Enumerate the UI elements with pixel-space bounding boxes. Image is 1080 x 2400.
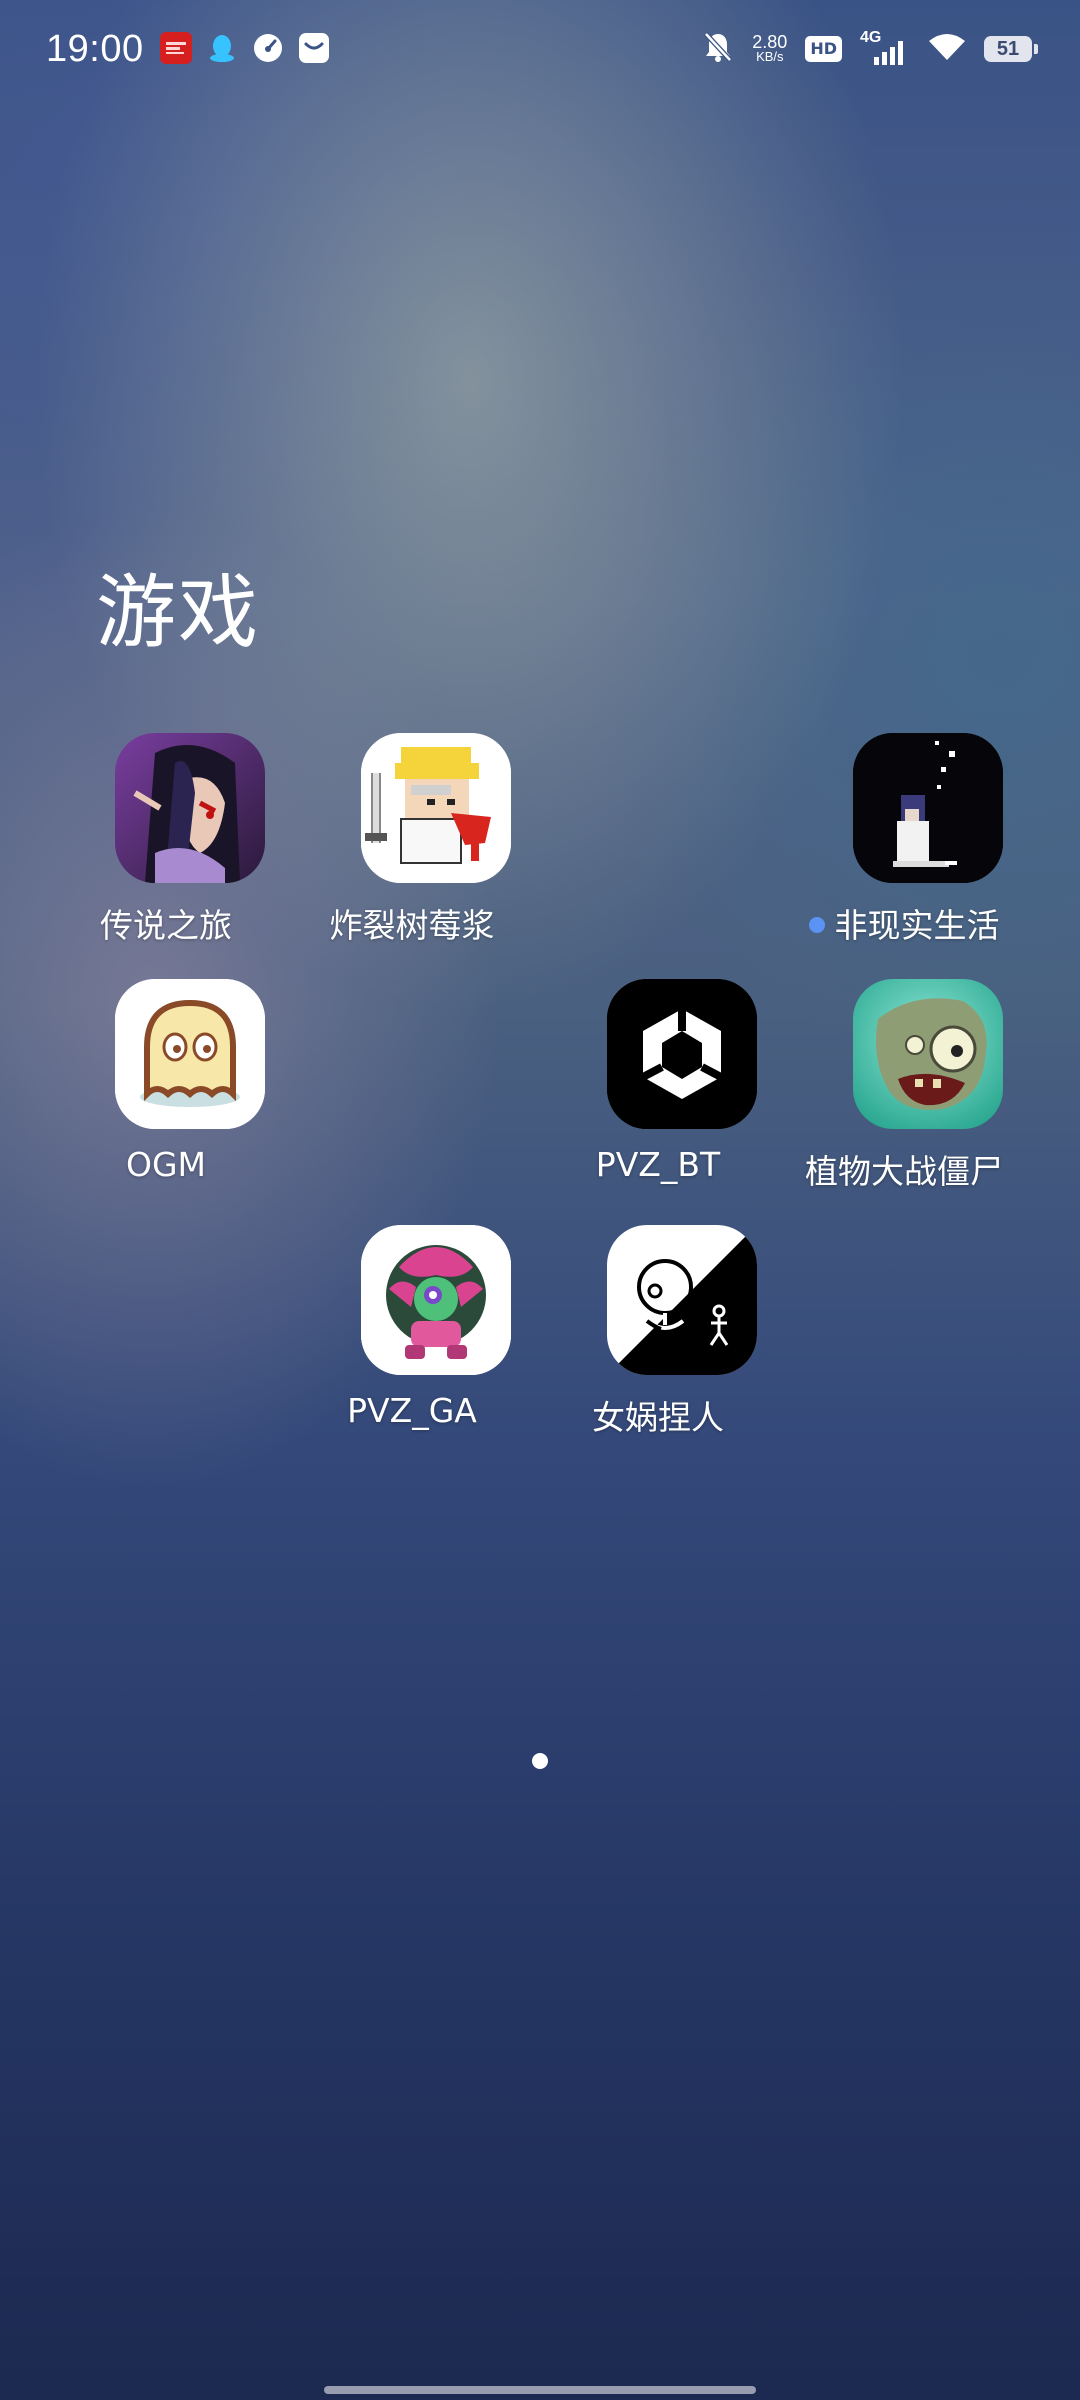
app-label: OGM bbox=[125, 1145, 207, 1184]
qq-icon bbox=[206, 32, 238, 64]
hd-badge: HD bbox=[805, 36, 842, 62]
page-indicator-dot[interactable] bbox=[532, 1753, 548, 1769]
app-unreal-life[interactable]: 非现实生活 bbox=[794, 733, 1014, 963]
unreal-life-icon[interactable] bbox=[853, 733, 1003, 883]
mail-icon bbox=[298, 32, 330, 64]
network-speed-unit: KB/s bbox=[756, 49, 784, 64]
zombie-icon[interactable] bbox=[853, 979, 1003, 1129]
app-label: 植物大战僵尸 bbox=[805, 1152, 1003, 1191]
home-gesture-bar[interactable] bbox=[324, 2386, 756, 2394]
legend-journey-icon[interactable] bbox=[115, 733, 265, 883]
speedometer-icon bbox=[252, 32, 284, 64]
raspberry-game-icon[interactable] bbox=[361, 733, 511, 883]
wifi-icon bbox=[928, 32, 966, 66]
clock: 19:00 bbox=[46, 28, 144, 70]
app-label: 炸裂树莓浆 bbox=[329, 906, 495, 945]
app-ogm[interactable]: OGM bbox=[56, 979, 276, 1209]
network-type: 4G bbox=[860, 29, 882, 46]
bell-muted-icon bbox=[702, 30, 734, 68]
ghost-icon[interactable] bbox=[115, 979, 265, 1129]
cellular-signal: 4G bbox=[860, 29, 910, 67]
system-icons: 2.80 KB/s HD 4G 51 bbox=[702, 29, 1038, 68]
app-legend-journey[interactable]: 传说之旅 bbox=[56, 733, 276, 963]
app-label: PVZ_BT bbox=[595, 1145, 721, 1184]
notification-icons bbox=[160, 32, 330, 64]
app-label: 女娲捏人 bbox=[592, 1398, 724, 1437]
app-label: PVZ_GA bbox=[347, 1391, 477, 1430]
app-label: 非现实生活 bbox=[774, 899, 1034, 947]
app-raspberry-game[interactable]: 炸裂树莓浆 bbox=[302, 733, 522, 963]
unity-icon[interactable] bbox=[607, 979, 757, 1129]
flower-monster-icon[interactable] bbox=[361, 1225, 511, 1375]
network-speed: 2.80 KB/s bbox=[752, 32, 788, 64]
battery-icon: 51 bbox=[984, 36, 1038, 62]
app-name: 非现实生活 bbox=[834, 906, 1000, 945]
status-bar: 19:00 2.80 KB/s HD 4G 51 bbox=[0, 0, 1080, 104]
app-nuwa-sculpt[interactable]: 女娲捏人 bbox=[548, 1225, 768, 1455]
figure-drawing-icon[interactable] bbox=[607, 1225, 757, 1375]
news-app-icon bbox=[160, 32, 192, 64]
app-label: 传说之旅 bbox=[100, 906, 232, 945]
app-pvz-bt[interactable]: PVZ_BT bbox=[548, 979, 768, 1209]
app-pvz-ga[interactable]: PVZ_GA bbox=[302, 1225, 522, 1455]
network-speed-value: 2.80 bbox=[752, 32, 788, 52]
folder-title[interactable]: 游戏 bbox=[96, 548, 260, 664]
new-badge-dot bbox=[808, 917, 825, 933]
app-pvz[interactable]: 植物大战僵尸 bbox=[794, 979, 1014, 1209]
